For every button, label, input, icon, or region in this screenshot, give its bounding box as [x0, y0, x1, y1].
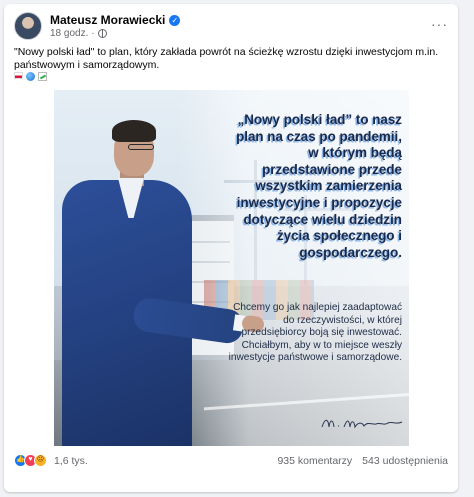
angry-reaction-icon: ☹: [34, 454, 47, 467]
author-name[interactable]: Mateusz Morawiecki: [50, 13, 165, 27]
post-text: "Nowy polski ład" to plan, który zakłada…: [14, 46, 439, 71]
separator-dot: ·: [91, 28, 95, 39]
reactions-summary[interactable]: 👍 ♥ ☹ 1,6 tys.: [14, 454, 88, 467]
shares-count[interactable]: 543 udostępnienia: [362, 455, 448, 467]
quote-body-text: Chcemy go jak najlepiej zaadaptować do r…: [228, 302, 402, 364]
comments-count[interactable]: 935 komentarzy: [277, 455, 352, 467]
glasses: [128, 144, 154, 150]
post-card: Mateusz Morawiecki ✓ 18 godz. · ··· "Now…: [4, 4, 458, 492]
flag-poland-icon: [14, 72, 23, 79]
post-timestamp[interactable]: 18 godz.: [50, 28, 88, 39]
signature-image: [321, 419, 403, 429]
globe-icon: [97, 29, 107, 38]
post-meta: 18 godz. ·: [50, 28, 107, 39]
verified-badge-icon: ✓: [169, 14, 181, 26]
post-footer: 👍 ♥ ☹ 1,6 tys. 935 komentarzy 543 udostę…: [14, 450, 448, 472]
hair: [112, 120, 156, 142]
man-in-suit: [62, 120, 266, 446]
reactions-count[interactable]: 1,6 tys.: [54, 455, 88, 467]
quote-text: „Nowy polski ład” to nasz plan na czas p…: [236, 112, 402, 260]
author-avatar[interactable]: [14, 12, 42, 40]
engagement-stats: 935 komentarzy 543 udostępnienia: [277, 455, 448, 467]
emoji-row: [14, 72, 47, 81]
chart-increasing-icon: [38, 72, 47, 81]
author-row: Mateusz Morawiecki ✓: [50, 13, 181, 27]
post-image[interactable]: „Nowy polski ład” to nasz plan na czas p…: [54, 90, 409, 446]
globe-emoji-icon: [26, 72, 35, 81]
more-options-icon[interactable]: ···: [431, 16, 448, 32]
post-header: Mateusz Morawiecki ✓ 18 godz. · ···: [14, 12, 448, 42]
